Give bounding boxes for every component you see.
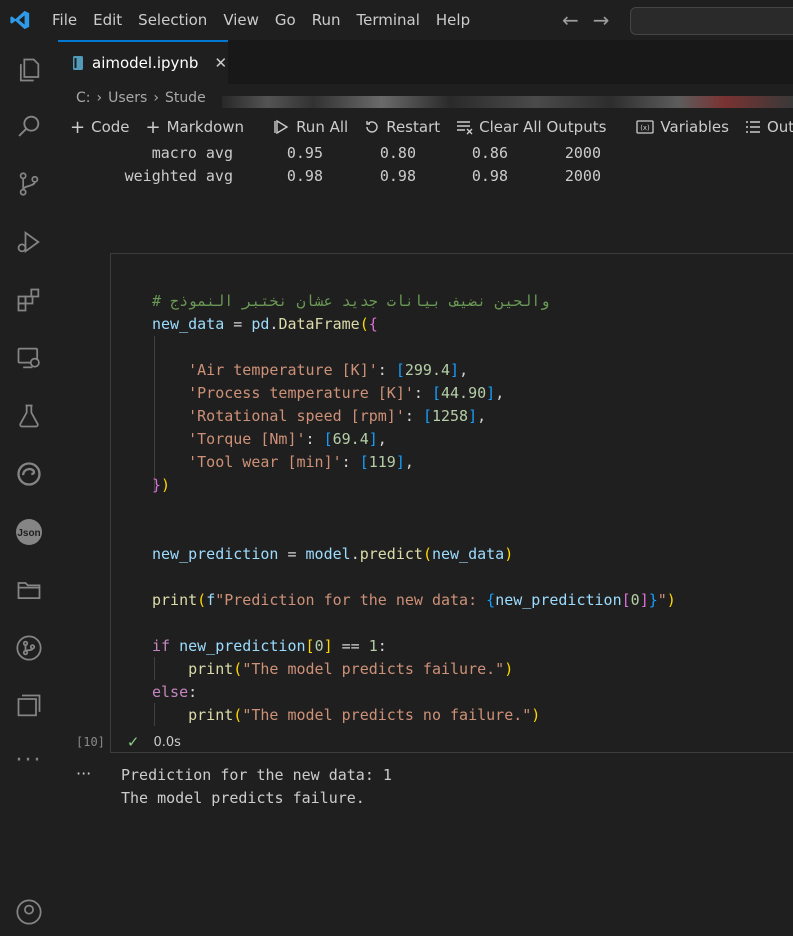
breadcrumb-drive[interactable]: C: bbox=[76, 90, 91, 106]
menu-help[interactable]: Help bbox=[428, 0, 478, 40]
success-check-icon: ✓ bbox=[126, 733, 140, 751]
chevron-right-icon: › bbox=[153, 90, 159, 106]
run-all-icon bbox=[274, 119, 289, 135]
explorer-icon[interactable] bbox=[0, 46, 58, 94]
report-row: macro avg 0.95 0.80 0.86 2000 bbox=[151, 144, 601, 162]
cell-output: Prediction for the new data: 1 The model… bbox=[121, 764, 392, 810]
search-icon[interactable] bbox=[0, 102, 58, 150]
json-icon[interactable]: Json bbox=[0, 508, 58, 556]
notebook-toolbar: + Code + Markdown Run All Restart Clear … bbox=[58, 112, 793, 142]
svg-text:Json: Json bbox=[17, 528, 40, 539]
account-icon[interactable] bbox=[0, 888, 58, 936]
variables-icon: (x) bbox=[636, 120, 655, 134]
git-graph-icon[interactable] bbox=[0, 624, 58, 672]
menu-selection[interactable]: Selection bbox=[130, 0, 215, 40]
code-editor[interactable]: # والحين نضيف بيانات جديد عشان نختبر الن… bbox=[152, 290, 676, 727]
nav-arrows: ← → bbox=[562, 8, 610, 32]
title-bar: File Edit Selection View Go Run Terminal… bbox=[0, 0, 793, 40]
run-all-label: Run All bbox=[296, 118, 349, 136]
report-row: weighted avg 0.98 0.98 0.98 2000 bbox=[124, 167, 601, 185]
clear-all-outputs-button[interactable]: Clear All Outputs bbox=[456, 118, 606, 136]
chevron-right-icon: › bbox=[96, 90, 103, 106]
add-markdown-button[interactable]: + Markdown bbox=[146, 117, 245, 138]
breadcrumb-users[interactable]: Users bbox=[108, 90, 147, 106]
outline-label: Outli bbox=[766, 118, 793, 136]
clear-all-outputs-label: Clear All Outputs bbox=[479, 118, 607, 136]
add-code-label: Code bbox=[91, 118, 130, 136]
output-menu-icon[interactable]: ··· bbox=[76, 764, 91, 783]
menu-bar: File Edit Selection View Go Run Terminal… bbox=[44, 0, 478, 40]
close-icon[interactable]: ✕ bbox=[214, 54, 227, 72]
variables-label: Variables bbox=[660, 118, 729, 136]
restart-label: Restart bbox=[386, 118, 441, 136]
windows-icon[interactable] bbox=[0, 682, 58, 730]
outline-list-icon bbox=[745, 121, 760, 133]
source-control-icon[interactable] bbox=[0, 160, 58, 208]
forward-arrow-icon[interactable]: → bbox=[593, 8, 610, 32]
command-center-search[interactable] bbox=[630, 7, 793, 35]
add-code-button[interactable]: + Code bbox=[70, 117, 130, 138]
menu-run[interactable]: Run bbox=[304, 0, 349, 40]
back-arrow-icon[interactable]: ← bbox=[562, 8, 579, 32]
notebook-editor: macro avg 0.95 0.80 0.86 2000 weighted avg 0.… bbox=[58, 142, 793, 919]
more-icon[interactable]: ··· bbox=[0, 736, 58, 784]
redacted-path bbox=[222, 96, 793, 108]
tab-aimodel[interactable]: aimodel.ipynb ✕ bbox=[58, 40, 228, 84]
notebook-file-icon bbox=[73, 56, 83, 70]
plus-icon: + bbox=[145, 116, 161, 138]
vscode-logo-icon bbox=[0, 0, 40, 40]
menu-file[interactable]: File bbox=[44, 0, 85, 40]
svg-text:(x): (x) bbox=[641, 124, 651, 132]
menu-edit[interactable]: Edit bbox=[85, 0, 130, 40]
restart-icon bbox=[366, 121, 378, 133]
editor-tabs: aimodel.ipynb ✕ bbox=[58, 40, 793, 85]
restart-button[interactable]: Restart bbox=[364, 118, 440, 136]
variables-button[interactable]: (x) Variables bbox=[636, 118, 729, 136]
clear-all-icon bbox=[457, 121, 473, 135]
execution-time: 0.0s bbox=[153, 734, 181, 750]
outline-button[interactable]: Outli bbox=[745, 118, 793, 136]
menu-terminal[interactable]: Terminal bbox=[349, 0, 428, 40]
execution-count: [10] bbox=[76, 735, 105, 749]
activity-bar: Json ··· bbox=[0, 40, 59, 925]
testing-icon[interactable] bbox=[0, 392, 58, 440]
extensions-icon[interactable] bbox=[0, 276, 58, 324]
tab-label: aimodel.ipynb bbox=[92, 54, 199, 72]
edge-browser-icon[interactable] bbox=[0, 450, 58, 498]
output-line: The model predicts failure. bbox=[121, 789, 365, 807]
output-line: Prediction for the new data: 1 bbox=[121, 766, 392, 784]
folder-icon[interactable] bbox=[0, 566, 58, 614]
breadcrumb-user[interactable]: Stude bbox=[165, 90, 206, 106]
add-markdown-label: Markdown bbox=[166, 118, 245, 136]
menu-view[interactable]: View bbox=[215, 0, 267, 40]
code-comment: # والحين نضيف بيانات جديد عشان نختبر الن… bbox=[152, 292, 550, 310]
menu-go[interactable]: Go bbox=[267, 0, 304, 40]
classification-report-output: macro avg 0.95 0.80 0.86 2000 weighted avg 0.… bbox=[121, 142, 601, 188]
run-debug-icon[interactable] bbox=[0, 218, 58, 266]
remote-explorer-icon[interactable] bbox=[0, 334, 58, 382]
cell-status: [10] ✓ 0.0s bbox=[76, 733, 181, 751]
run-all-button[interactable]: Run All bbox=[274, 118, 348, 136]
plus-icon: + bbox=[70, 116, 86, 138]
